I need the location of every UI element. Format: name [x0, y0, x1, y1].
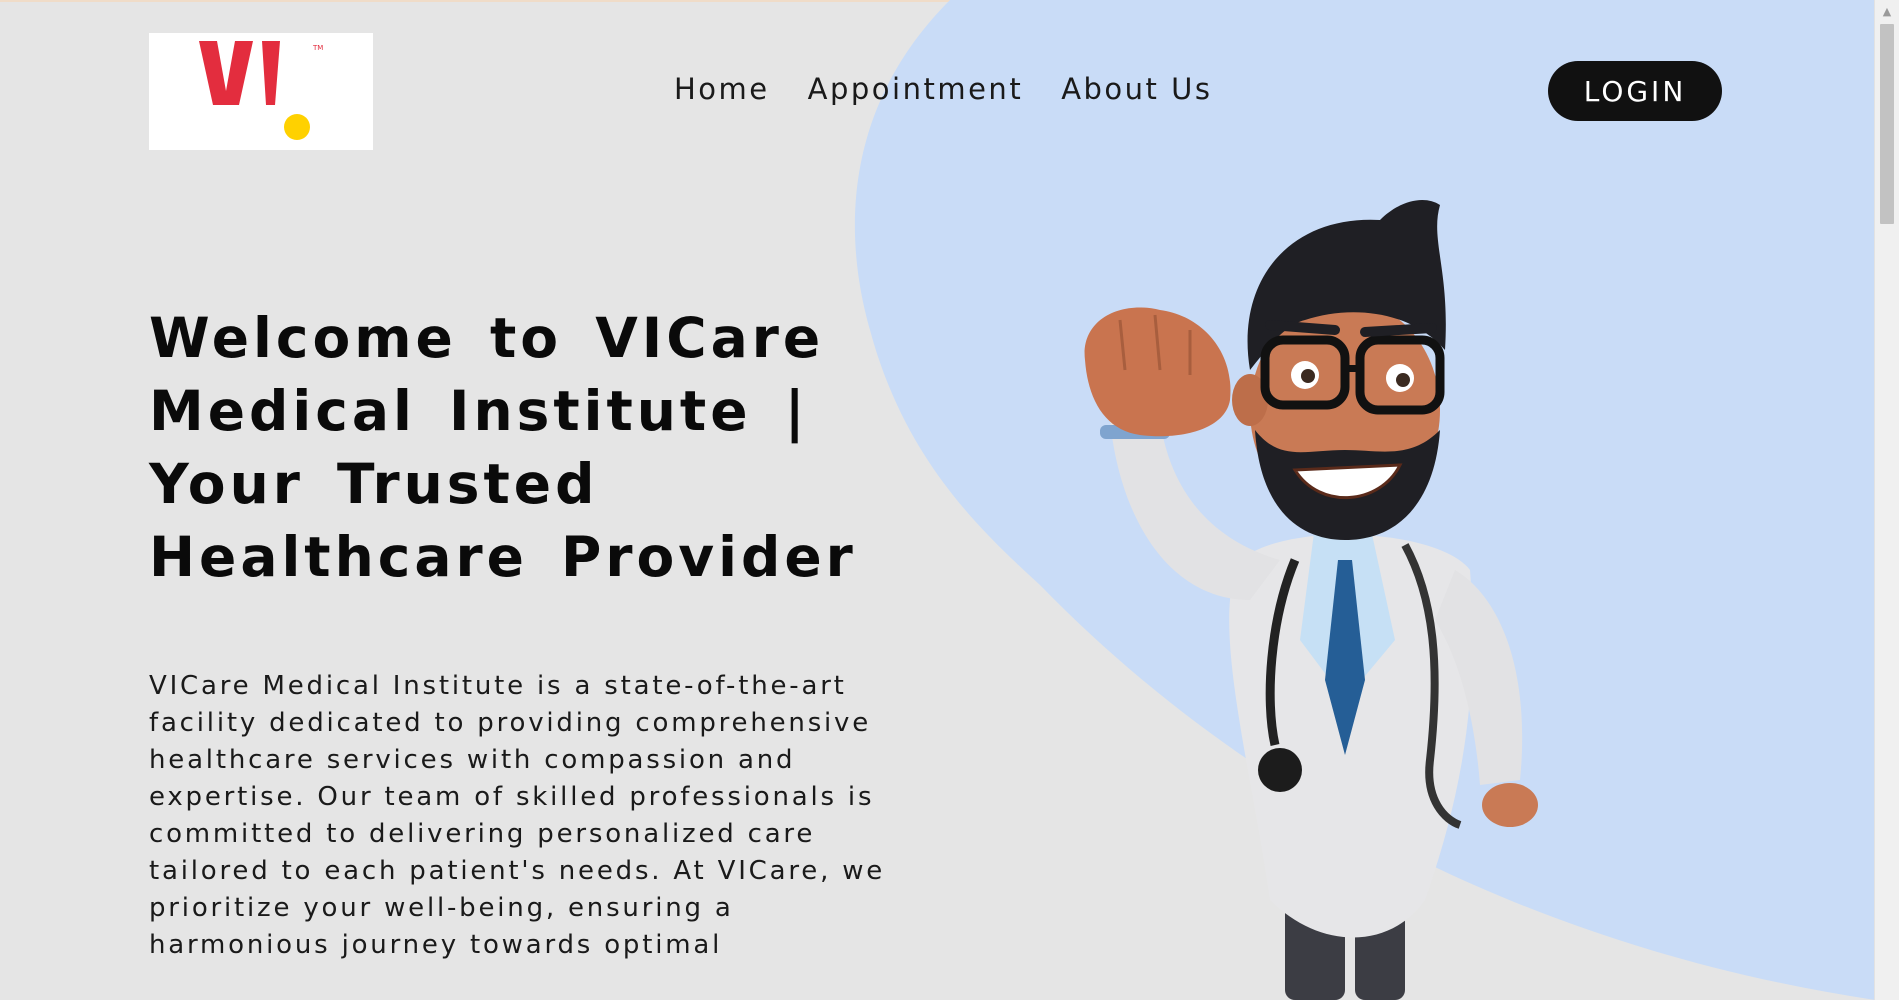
login-button[interactable]: LOGIN	[1548, 61, 1722, 121]
vi-logo-icon: TM	[199, 41, 323, 140]
main-nav: Home Appointment About Us	[674, 72, 1250, 106]
scroll-thumb[interactable]	[1880, 24, 1894, 224]
nav-about-us[interactable]: About Us	[1061, 72, 1212, 106]
vertical-scrollbar[interactable]: ▲	[1874, 0, 1899, 1000]
nav-appointment[interactable]: Appointment	[808, 72, 1024, 106]
doctor-illustration	[1084, 200, 1538, 1000]
hero-description: VICare Medical Institute is a state-of-t…	[149, 671, 886, 960]
nav-home[interactable]: Home	[674, 72, 770, 106]
brand-logo[interactable]: TM	[149, 33, 373, 150]
hero-title: Welcome to VICare Medical Institute | Yo…	[149, 306, 857, 589]
logo-trademark: TM	[312, 44, 323, 52]
scroll-up-arrow-icon[interactable]: ▲	[1875, 4, 1899, 20]
